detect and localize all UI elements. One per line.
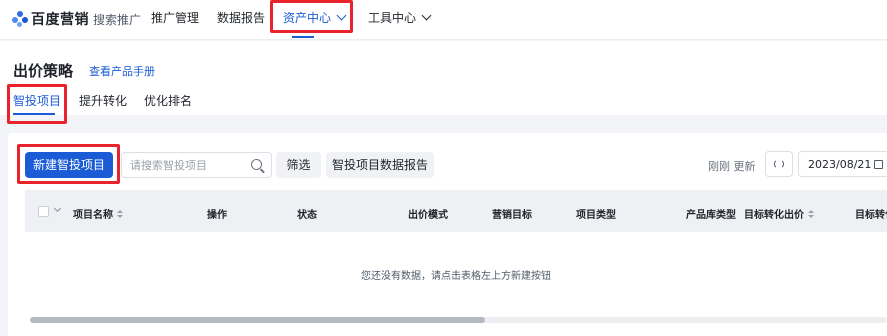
nav-active-indicator [292, 36, 314, 38]
empty-state-text: 您还没有数据，请点击表格左上方新建按钮 [361, 271, 551, 282]
nav-item-label: 工具中心 [368, 11, 417, 25]
tab-improve-conversion[interactable]: 提升转化 [79, 92, 127, 109]
tab-active-indicator [13, 113, 55, 115]
horizontal-scrollbar[interactable] [30, 317, 887, 323]
page-header: 出价策略 查看产品手册 智投项目 提升转化 优化排名 [0, 41, 887, 115]
logo-text: 百度营销 [31, 12, 89, 28]
chevron-down-icon [421, 10, 432, 21]
logo-subtitle: 搜索推广 [93, 12, 142, 27]
top-nav: 百度营销 搜索推广 推广管理 数据报告 资产中心 工具中心 [0, 0, 887, 40]
brand-logo[interactable]: 百度营销 搜索推广 [12, 9, 141, 29]
scrollbar-thumb[interactable] [30, 317, 485, 323]
project-list-card: 新建智投项目 筛选 智投项目数据报告 刚刚 更新 2023/08/21 项目名称… [8, 133, 887, 336]
nav-item-label: 资产中心 [283, 11, 332, 25]
nav-item-promotion-management[interactable]: 推广管理 [151, 0, 199, 40]
nav-item-label: 数据报告 [217, 11, 266, 25]
page-title: 出价策略 [13, 62, 74, 80]
nav-item-asset-center[interactable]: 资产中心 [283, 0, 347, 40]
product-manual-link[interactable]: 查看产品手册 [89, 63, 155, 79]
nav-item-label: 推广管理 [151, 11, 200, 25]
tab-optimize-ranking[interactable]: 优化排名 [144, 92, 192, 109]
nav-item-tool-center[interactable]: 工具中心 [368, 0, 432, 40]
tab-smart-projects[interactable]: 智投项目 [13, 92, 61, 109]
table-body: 您还没有数据，请点击表格左上方新建按钮 [25, 133, 887, 336]
logo-icon [12, 11, 28, 27]
nav-item-data-report[interactable]: 数据报告 [217, 0, 265, 40]
chevron-down-icon [336, 10, 347, 21]
